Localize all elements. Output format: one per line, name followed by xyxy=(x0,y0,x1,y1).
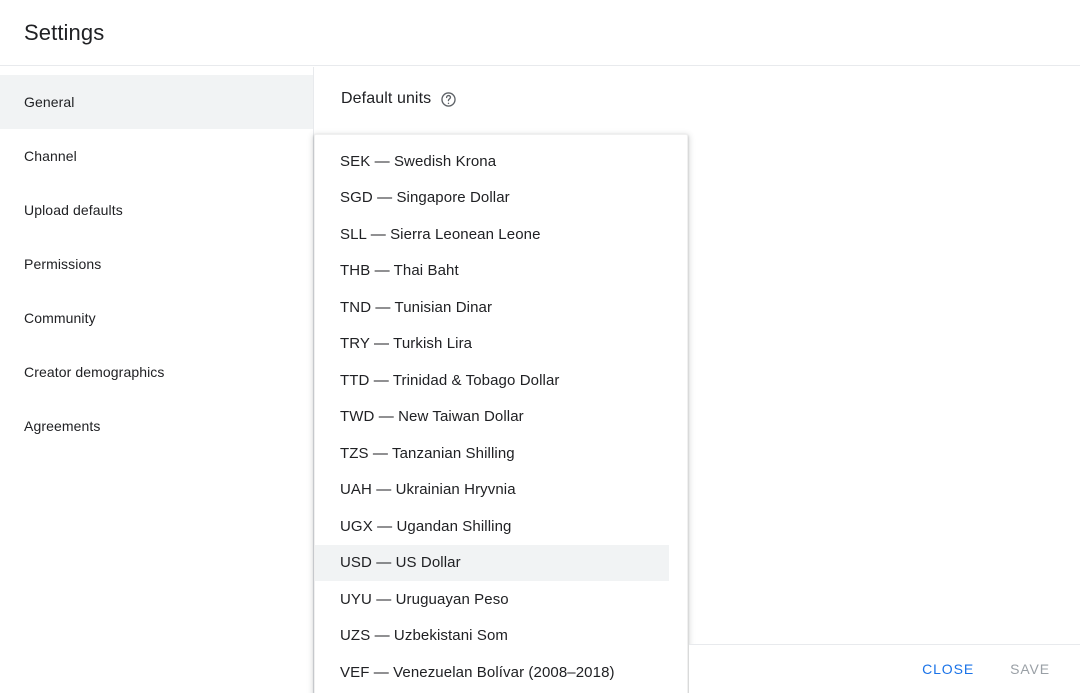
dropdown-option[interactable]: UYU — Uruguayan Peso xyxy=(315,581,687,618)
sidebar-item-label: Upload defaults xyxy=(24,202,123,218)
dropdown-option[interactable]: SLL — Sierra Leonean Leone xyxy=(315,216,687,253)
dropdown-option-label: SEK — Swedish Krona xyxy=(340,153,496,170)
dropdown-option-label: TRY — Turkish Lira xyxy=(340,335,472,352)
close-button[interactable]: CLOSE xyxy=(916,653,980,685)
dropdown-option-label: SGD — Singapore Dollar xyxy=(340,189,510,206)
dropdown-option[interactable]: TZS — Tanzanian Shilling xyxy=(315,435,687,472)
sidebar-item-label: Agreements xyxy=(24,418,100,434)
dropdown-option-label: UYU — Uruguayan Peso xyxy=(340,591,509,608)
page-title: Settings xyxy=(24,19,104,47)
settings-content: Default units SEK — Swedish Krona SGD — S… xyxy=(315,67,1080,693)
sidebar-item-upload-defaults[interactable]: Upload defaults xyxy=(0,183,313,237)
sidebar-item-label: Channel xyxy=(24,148,77,164)
dropdown-option[interactable]: TND — Tunisian Dinar xyxy=(315,289,687,326)
dropdown-option[interactable]: SEK — Swedish Krona xyxy=(315,143,687,180)
dialog-footer: CLOSE SAVE xyxy=(689,644,1080,693)
dropdown-option[interactable]: SGD — Singapore Dollar xyxy=(315,180,687,217)
sidebar-item-label: Creator demographics xyxy=(24,364,165,380)
sidebar-item-permissions[interactable]: Permissions xyxy=(0,237,313,291)
save-button[interactable]: SAVE xyxy=(1004,653,1056,685)
sidebar-item-community[interactable]: Community xyxy=(0,291,313,345)
sidebar-item-label: Permissions xyxy=(24,256,101,272)
dropdown-option-label: TTD — Trinidad & Tobago Dollar xyxy=(340,372,559,389)
dropdown-option-label: SLL — Sierra Leonean Leone xyxy=(340,226,541,243)
dropdown-option-label: TWD — New Taiwan Dollar xyxy=(340,408,524,425)
dropdown-option[interactable]: UGX — Ugandan Shilling xyxy=(315,508,687,545)
section-title: Default units xyxy=(341,90,431,108)
settings-sidebar: General Channel Upload defaults Permissions… xyxy=(0,67,314,693)
dropdown-option[interactable]: UAH — Ukrainian Hryvnia xyxy=(315,472,687,509)
dropdown-option[interactable]: TWD — New Taiwan Dollar xyxy=(315,399,687,436)
dropdown-option-label: VEF — Venezuelan Bolívar (2008–2018) xyxy=(340,664,615,681)
settings-dialog: Settings General Channel Upload defaults Pe… xyxy=(0,0,1080,693)
dropdown-option-label: UZS — Uzbekistani Som xyxy=(340,627,508,644)
currency-dropdown-panel: SEK — Swedish Krona SGD — Singapore Dolla… xyxy=(314,134,688,693)
sidebar-item-label: Community xyxy=(24,310,96,326)
dropdown-option-label: TZS — Tanzanian Shilling xyxy=(340,445,515,462)
dropdown-option[interactable]: VEF — Venezuelan Bolívar (2008–2018) xyxy=(315,654,687,691)
dropdown-option-selected[interactable]: USD — US Dollar xyxy=(315,545,669,582)
dropdown-option[interactable]: THB — Thai Baht xyxy=(315,253,687,290)
dropdown-option-label: UGX — Ugandan Shilling xyxy=(340,518,511,535)
dropdown-option-label: TND — Tunisian Dinar xyxy=(340,299,492,316)
dialog-header: Settings xyxy=(0,0,1080,66)
dropdown-option[interactable]: UZS — Uzbekistani Som xyxy=(315,618,687,655)
help-circle-icon[interactable] xyxy=(440,91,457,108)
sidebar-item-label: General xyxy=(24,94,75,110)
sidebar-item-agreements[interactable]: Agreements xyxy=(0,399,313,453)
dropdown-option-label: UAH — Ukrainian Hryvnia xyxy=(340,481,516,498)
sidebar-item-creator-demographics[interactable]: Creator demographics xyxy=(0,345,313,399)
default-units-heading: Default units xyxy=(341,90,457,108)
sidebar-item-channel[interactable]: Channel xyxy=(0,129,313,183)
sidebar-item-general[interactable]: General xyxy=(0,75,313,129)
dropdown-option-label: THB — Thai Baht xyxy=(340,262,459,279)
dropdown-option[interactable]: TTD — Trinidad & Tobago Dollar xyxy=(315,362,687,399)
dropdown-option-label: USD — US Dollar xyxy=(340,554,461,571)
dropdown-option[interactable]: TRY — Turkish Lira xyxy=(315,326,687,363)
currency-option-list: SEK — Swedish Krona SGD — Singapore Dolla… xyxy=(315,135,687,691)
